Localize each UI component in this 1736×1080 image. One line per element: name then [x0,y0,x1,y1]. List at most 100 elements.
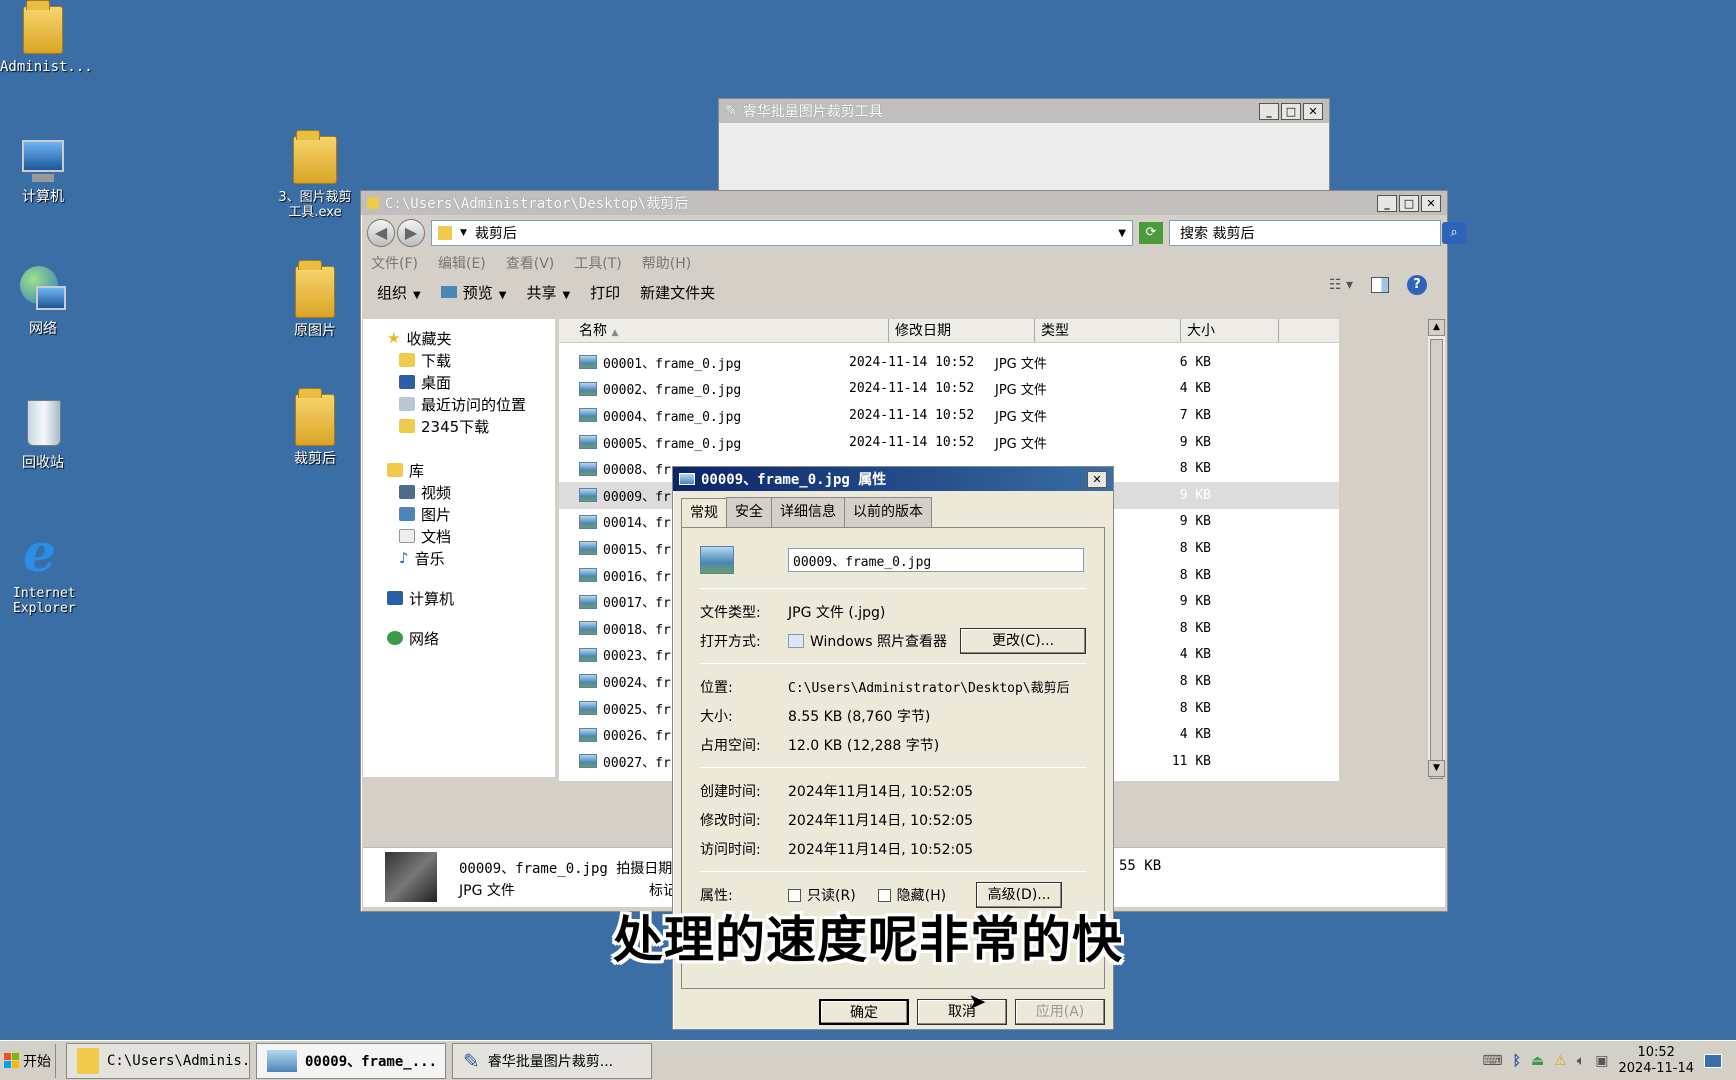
column-type[interactable]: 类型 [1035,319,1181,342]
preview-button[interactable]: 预览 ▼ [440,282,506,303]
keyboard-icon[interactable]: ⌨ [1482,1053,1502,1069]
forward-button[interactable]: ▶ [397,219,425,247]
column-date[interactable]: 修改日期 [889,319,1035,342]
navigation-pane: ★ 收藏夹 下载 桌面 最近访问的位置 2345下载 库 视频 图片 文档 ♪ 音乐… [363,319,555,777]
menu-file[interactable]: 文件(F) [371,253,418,273]
file-size-cell: 10 KB [1127,780,1211,781]
warning-icon[interactable]: ⚠ [1554,1053,1567,1069]
nav-downloads[interactable]: 下载 [387,349,555,371]
desktop-icon-administrator[interactable]: Administ... [0,0,93,75]
nav-libraries[interactable]: 库 [387,459,555,481]
nav-videos[interactable]: 视频 [387,481,555,503]
history-dropdown-icon[interactable]: ▼ [1118,228,1126,239]
image-file-icon [579,647,597,662]
menu-help[interactable]: 帮助(H) [642,253,691,273]
file-date-cell: 2024-11-14 10:52 [849,381,975,397]
feather-icon: ✎ [725,103,737,119]
image-file-icon [579,514,597,529]
refresh-icon[interactable]: ⟳ [1139,222,1163,244]
nav-favorites[interactable]: ★ 收藏夹 [387,327,555,349]
tab-details[interactable]: 详细信息 [771,497,845,527]
crop-tool-window[interactable]: ✎ 睿华批量图片裁剪工具 _ □ ✕ [718,98,1330,198]
tab-previous-versions[interactable]: 以前的版本 [844,497,932,527]
file-list-scrollbar[interactable]: ▲ ▼ [1427,319,1445,779]
nav-pictures[interactable]: 图片 [387,503,555,525]
close-button[interactable]: ✕ [1087,470,1107,488]
maximize-button[interactable]: □ [1281,102,1301,120]
search-input[interactable]: 搜索 裁剪后 ⌕ [1169,220,1466,246]
taskbar-item-properties[interactable]: 00009、frame_... [256,1042,446,1079]
image-file-icon [579,701,597,716]
crop-tool-titlebar[interactable]: ✎ 睿华批量图片裁剪工具 _ □ ✕ [719,99,1329,123]
share-button[interactable]: 共享 ▼ [526,282,570,303]
column-name[interactable]: 名称 ▲ [559,319,889,342]
filename-field[interactable] [788,548,1084,572]
organize-button[interactable]: 组织 ▼ [377,282,421,303]
scroll-down-icon[interactable]: ▼ [1428,760,1445,777]
start-button[interactable]: 开始 [0,1043,56,1078]
desktop-icon-original-images[interactable]: 原图片 [272,260,358,339]
network-status-icon[interactable]: ▣ [1595,1053,1608,1069]
desktop-icon-crop-tool-exe[interactable]: 3、图片裁剪工具.exe [272,130,358,220]
properties-titlebar[interactable]: 00009、frame_0.jpg 属性 ✕ [673,467,1113,491]
maximize-button[interactable]: □ [1399,194,1419,212]
nav-computer[interactable]: 计算机 [387,587,555,609]
network-icon [387,631,403,645]
scrollbar-thumb[interactable] [1430,339,1443,779]
apply-button[interactable]: 应用(A) [1015,999,1105,1025]
tab-security[interactable]: 安全 [726,497,772,527]
search-icon[interactable]: ⌕ [1442,222,1466,244]
scroll-up-icon[interactable]: ▲ [1428,319,1445,336]
safely-remove-icon[interactable]: ⏏ [1531,1053,1544,1069]
column-size[interactable]: 大小 [1181,319,1279,342]
volume-icon[interactable]: 🔈︎ [1577,1053,1585,1069]
cancel-button[interactable]: 取消 [917,999,1007,1025]
image-file-icon [267,1049,297,1072]
menu-edit[interactable]: 编辑(E) [438,253,486,273]
clock[interactable]: 10:52 2024-11-14 [1618,1045,1694,1077]
minimize-button[interactable]: _ [1259,102,1279,120]
menu-tools[interactable]: 工具(T) [574,253,621,273]
desktop-icon-cropped[interactable]: 裁剪后 [272,388,358,467]
change-button[interactable]: 更改(C)... [960,627,1086,654]
image-file-icon [579,754,597,769]
file-date-cell: 2024-11-14 10:52 [849,434,975,450]
explorer-titlebar[interactable]: C:\Users\Administrator\Desktop\裁剪后 _ □ ✕ [361,191,1447,215]
new-folder-button[interactable]: 新建文件夹 [640,282,715,303]
desktop-icon-internet-explorer[interactable]: e Internet Explorer [0,524,86,617]
show-desktop-icon[interactable] [1704,1054,1722,1068]
image-file-icon [579,541,597,556]
help-icon[interactable]: ? [1407,275,1427,295]
close-button[interactable]: ✕ [1421,194,1441,212]
tab-general[interactable]: 常规 [681,498,727,528]
print-button[interactable]: 打印 [590,282,620,303]
breadcrumb-arrow-icon[interactable]: ▼ [460,228,467,238]
bluetooth-icon[interactable]: ᛒ [1513,1053,1521,1069]
nav-network[interactable]: 网络 [387,627,555,649]
nav-documents[interactable]: 文档 [387,525,555,547]
menu-view[interactable]: 查看(V) [506,253,555,273]
file-size-cell: 8 KB [1179,673,1211,689]
desktop-icon-recycle-bin[interactable]: 回收站 [0,396,86,471]
recycle-bin-icon [23,396,63,450]
nav-2345-downloads[interactable]: 2345下载 [387,415,555,437]
back-button[interactable]: ◀ [367,219,395,247]
close-button[interactable]: ✕ [1303,102,1323,120]
address-bar[interactable]: ▼ 裁剪后 ▼ [431,220,1133,246]
nav-music[interactable]: ♪ 音乐 [387,547,555,569]
table-row[interactable]: 00001、frame_0.jpg 2024-11-14 10:52 JPG 文件 6… [559,349,1339,376]
preview-pane-icon[interactable] [1371,277,1389,293]
taskbar-item-crop-tool[interactable]: ✎ 睿华批量图片裁剪... [452,1042,652,1079]
ok-button[interactable]: 确定 [819,999,909,1025]
table-row[interactable]: 00002、frame_0.jpg 2024-11-14 10:52 JPG 文件 4… [559,376,1339,403]
taskbar-item-explorer[interactable]: C:\Users\Adminis... [66,1042,250,1079]
table-row[interactable]: 00005、frame_0.jpg 2024-11-14 10:52 JPG 文件 9… [559,429,1339,456]
desktop-icon-computer[interactable]: 计算机 [0,140,86,205]
desktop-icon-network[interactable]: 网络 [0,266,86,337]
file-name-cell: 00004、frame_0.jpg [559,406,843,425]
minimize-button[interactable]: _ [1377,194,1397,212]
view-options-icon[interactable]: ☷ ▾ [1329,277,1353,293]
table-row[interactable]: 00004、frame_0.jpg 2024-11-14 10:52 JPG 文件 7… [559,402,1339,429]
nav-desktop[interactable]: 桌面 [387,371,555,393]
nav-recent[interactable]: 最近访问的位置 [387,393,555,415]
